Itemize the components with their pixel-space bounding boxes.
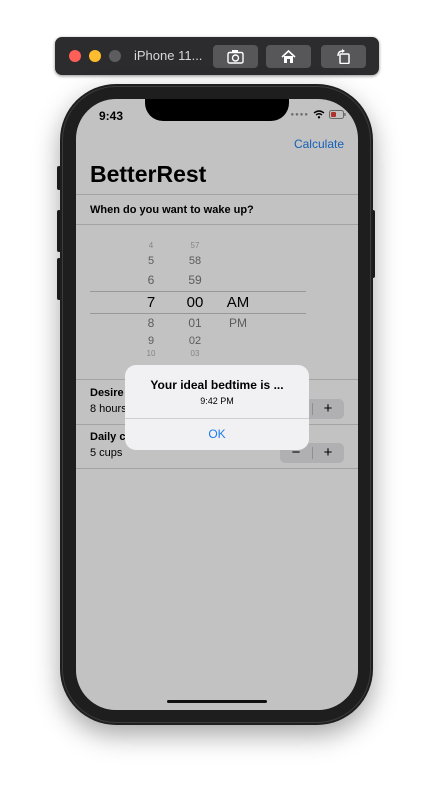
home-indicator[interactable] <box>167 700 267 703</box>
rotate-button[interactable] <box>321 45 366 68</box>
zoom-window-button[interactable] <box>109 50 121 62</box>
screenshot-button[interactable] <box>213 45 258 68</box>
simulator-toolbar: iPhone 11... <box>55 37 379 75</box>
camera-icon <box>227 50 244 64</box>
minimize-window-button[interactable] <box>89 50 101 62</box>
alert-message: 9:42 PM <box>200 396 234 406</box>
alert-title: Your ideal bedtime is ... <box>150 378 284 392</box>
alert-ok-button[interactable]: OK <box>125 418 309 450</box>
device-screen: 9:43 ●●●● Calculate BetterRest When do y… <box>76 99 358 710</box>
home-button[interactable] <box>266 45 311 68</box>
rotate-icon <box>337 49 350 64</box>
simulator-title: iPhone 11... <box>134 48 203 63</box>
notch <box>145 99 289 121</box>
close-window-button[interactable] <box>69 50 81 62</box>
home-icon <box>281 49 296 63</box>
bedtime-alert: Your ideal bedtime is ... 9:42 PM OK <box>125 365 309 450</box>
